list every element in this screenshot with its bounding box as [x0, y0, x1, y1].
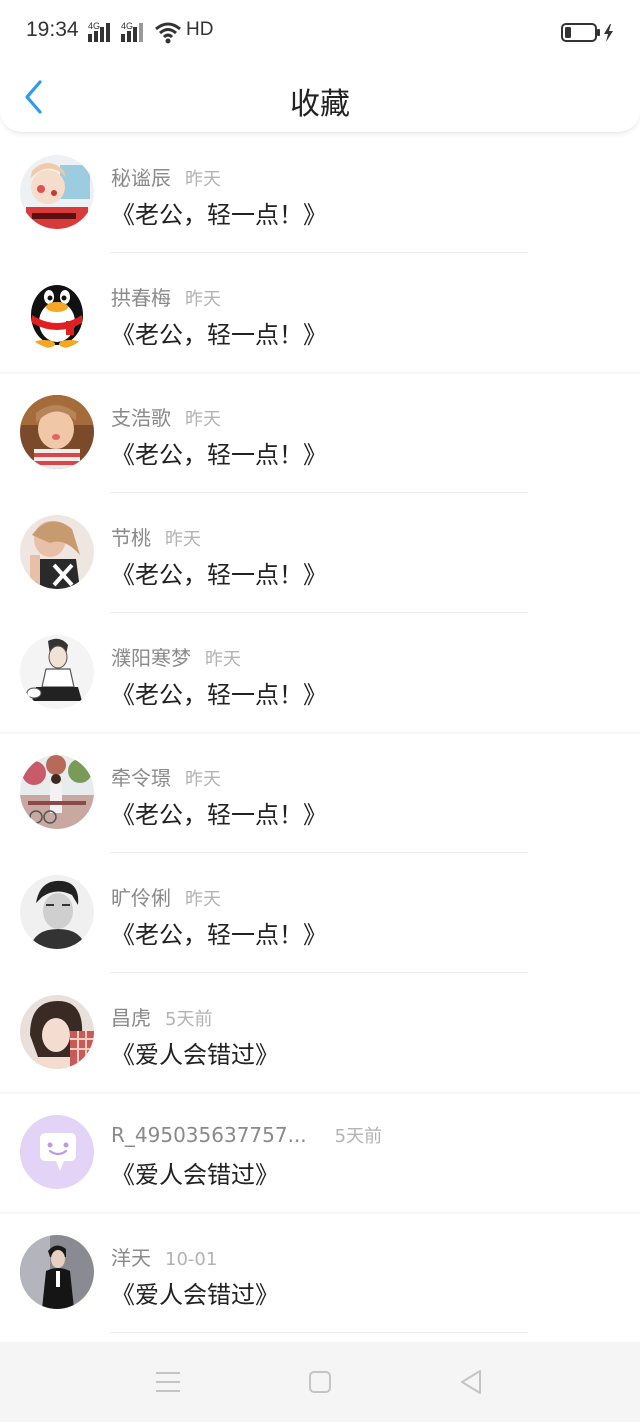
favorite-title: 《爱人会错过》 [111, 1161, 279, 1189]
favorite-title: 《老公，轻一点！》 [111, 561, 327, 589]
title-bar: 收藏 [0, 64, 640, 133]
avatar[interactable] [20, 635, 94, 709]
favorite-title: 《老公，轻一点！》 [111, 801, 327, 829]
favorite-title: 《爱人会错过》 [111, 1281, 279, 1309]
favorite-author: R_495035637757... 5天前 [111, 1123, 383, 1147]
favorite-time: 昨天 [185, 769, 221, 790]
menu-button[interactable] [152, 1366, 184, 1398]
favorite-author: 秘谧辰 昨天 [111, 166, 221, 190]
back-triangle-icon [461, 1370, 481, 1394]
avatar[interactable] [20, 1235, 94, 1309]
favorite-time: 5天前 [165, 1009, 213, 1030]
avatar[interactable] [20, 155, 94, 229]
favorite-item[interactable]: 支浩歌 昨天 《老公，轻一点！》 [0, 373, 640, 493]
avatar[interactable] [20, 875, 94, 949]
svg-text:4G: 4G [121, 21, 133, 31]
favorite-time: 10-01 [165, 1249, 218, 1270]
wifi-icon [155, 22, 181, 44]
avatar[interactable] [20, 515, 94, 589]
status-time: 19:34 [26, 18, 79, 41]
network-label: HD [186, 19, 214, 40]
4g-signal-icon: 4G [121, 21, 143, 42]
status-bar: 19:34 4G 4G HD [0, 0, 640, 64]
favorites-list: 秘谧辰 昨天 《老公，轻一点！》 拱春梅 昨天 《老公，轻一点！》 支浩歌 昨天… [0, 133, 640, 1333]
favorite-time: 昨天 [185, 409, 221, 430]
battery-charging-icon [561, 23, 613, 42]
home-button[interactable] [304, 1366, 336, 1398]
favorite-item[interactable]: 牵令璟 昨天 《老公，轻一点！》 [0, 733, 640, 853]
favorite-author: 节桃 昨天 [111, 526, 201, 550]
page-title: 收藏 [290, 87, 350, 122]
favorite-time: 5天前 [334, 1126, 383, 1147]
avatar[interactable] [20, 995, 94, 1069]
divider [110, 1332, 528, 1333]
favorite-title: 《老公，轻一点！》 [111, 681, 327, 709]
favorite-author: 昌虎 5天前 [111, 1006, 213, 1030]
back-nav-button[interactable] [456, 1366, 488, 1398]
svg-text:4G: 4G [88, 21, 100, 31]
favorite-item[interactable]: 节桃 昨天 《老公，轻一点！》 [0, 493, 640, 613]
menu-icon [156, 1372, 180, 1392]
favorite-author: 拱春梅 昨天 [111, 286, 221, 310]
favorite-item[interactable]: R_495035637757... 5天前 《爱人会错过》 [0, 1093, 640, 1214]
home-square-icon [309, 1371, 331, 1393]
avatar[interactable] [20, 1115, 94, 1189]
favorite-title: 《老公，轻一点！》 [111, 921, 327, 949]
4g-signal-icon: 4G [88, 21, 110, 42]
favorite-item[interactable]: 濮阳寒梦 昨天 《老公，轻一点！》 [0, 613, 640, 734]
favorite-title: 《老公，轻一点！》 [111, 321, 327, 349]
avatar[interactable] [20, 755, 94, 829]
signal-icons: 4G 4G [88, 21, 181, 44]
favorite-item[interactable]: 拱春梅 昨天 《老公，轻一点！》 [0, 253, 640, 374]
favorite-time: 昨天 [185, 289, 221, 310]
favorite-author: 牵令璟 昨天 [111, 766, 221, 790]
favorite-time: 昨天 [185, 169, 221, 190]
favorite-time: 昨天 [185, 889, 221, 910]
favorite-title: 《老公，轻一点！》 [111, 441, 327, 469]
favorite-title: 《爱人会错过》 [111, 1041, 279, 1069]
favorite-item[interactable]: 旷伶俐 昨天 《老公，轻一点！》 [0, 853, 640, 973]
chat-bubble-icon [20, 1115, 94, 1189]
favorite-author: 洋天 10-01 [111, 1246, 218, 1270]
favorite-item[interactable]: 昌虎 5天前 《爱人会错过》 [0, 973, 640, 1094]
favorite-time: 昨天 [205, 649, 241, 670]
avatar[interactable] [20, 275, 94, 349]
favorite-title: 《老公，轻一点！》 [111, 201, 327, 229]
avatar[interactable] [20, 395, 94, 469]
favorite-item[interactable]: 洋天 10-01 《爱人会错过》 [0, 1213, 640, 1333]
favorite-author: 濮阳寒梦 昨天 [111, 646, 241, 670]
favorite-author: 旷伶俐 昨天 [111, 886, 221, 910]
favorite-author: 支浩歌 昨天 [111, 406, 221, 430]
favorite-time: 昨天 [165, 529, 201, 550]
system-nav-bar [0, 1342, 640, 1422]
favorite-item[interactable]: 秘谧辰 昨天 《老公，轻一点！》 [0, 133, 640, 253]
